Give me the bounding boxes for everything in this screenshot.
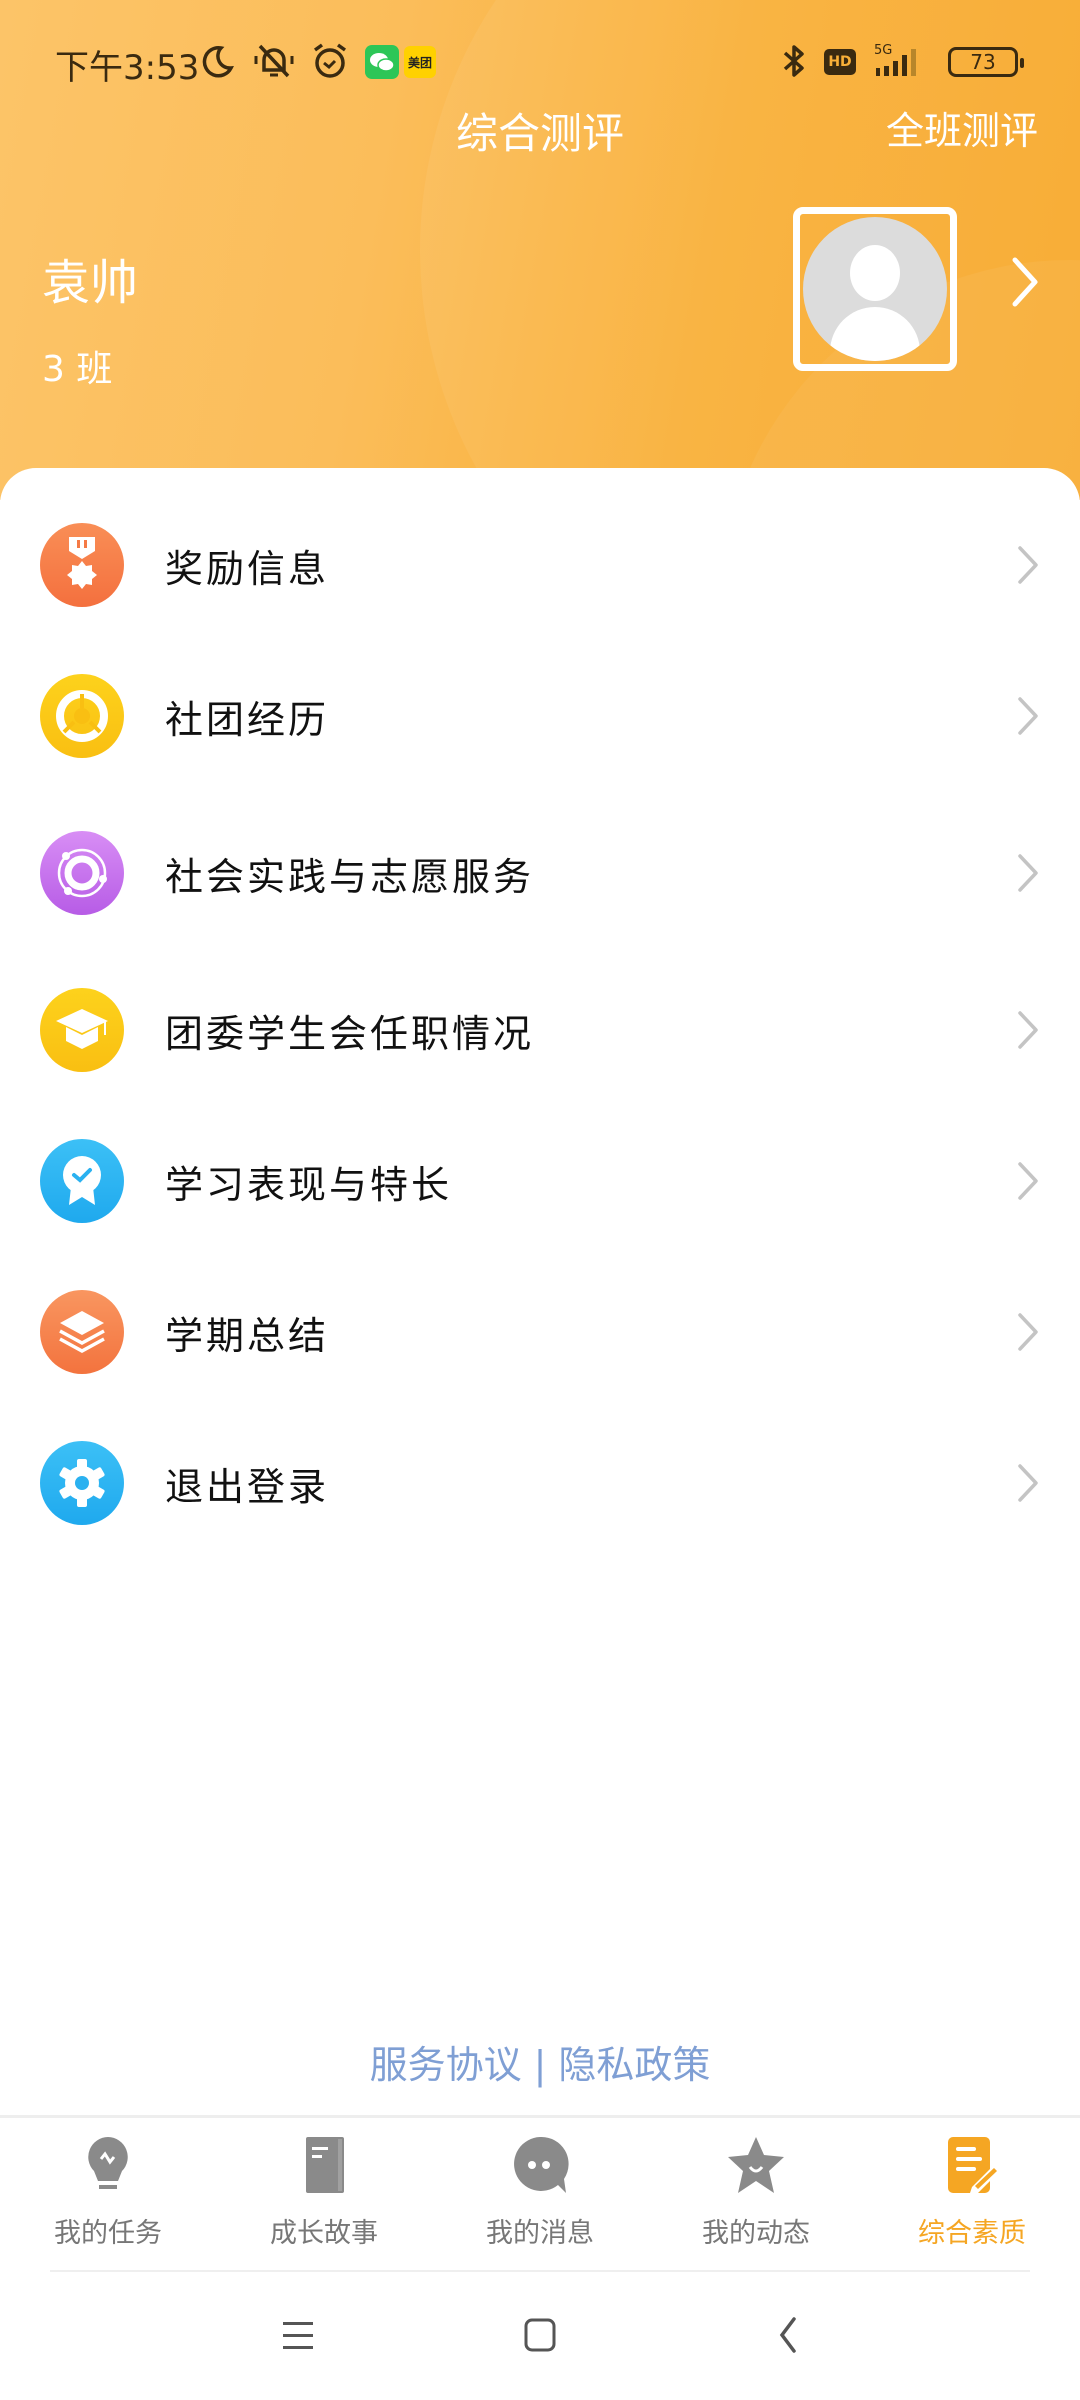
menu-card: 奖励信息 社团经历 社会实践与志愿服务 团委学生会任职情况 学习表现与特长 学期… [0, 468, 1080, 2118]
bell-off-icon [250, 42, 298, 80]
menu-icon [283, 2322, 313, 2349]
menu-item-label: 团委学生会任职情况 [165, 1011, 535, 1056]
lightbulb-icon [88, 2137, 128, 2189]
club-icon [40, 674, 124, 758]
tab-my-messages[interactable]: 我的消息 [432, 2135, 648, 2255]
menu-item-label: 奖励信息 [165, 546, 330, 591]
chevron-right-icon [1018, 697, 1038, 735]
menu-item-label: 社团经历 [165, 697, 330, 742]
tab-label: 我的任务 [54, 2218, 162, 2249]
tab-my-activity[interactable]: 我的动态 [648, 2135, 864, 2255]
class-evaluation-button[interactable]: 全班测评 [886, 100, 1038, 155]
menu-item-label: 学期总结 [165, 1313, 330, 1358]
tab-growth-story[interactable]: 成长故事 [216, 2135, 432, 2255]
menu-item-study-performance[interactable]: 学习表现与特长 [0, 1121, 1080, 1241]
menu-item-semester-summary[interactable]: 学期总结 [0, 1272, 1080, 1392]
menu-item-label: 社会实践与志愿服务 [165, 854, 535, 899]
tab-my-tasks[interactable]: 我的任务 [0, 2135, 216, 2255]
chevron-right-icon [1018, 1162, 1038, 1200]
status-bar: 下午3:53 美团 HD 5G 73 [0, 0, 1080, 110]
header-banner: 下午3:53 美团 HD 5G 73 综合测评 全班测评 袁帅 3 班 [0, 0, 1080, 500]
chevron-right-icon [1018, 546, 1038, 584]
svg-text:5G: 5G [874, 43, 892, 58]
recent-apps-button[interactable] [270, 2310, 326, 2360]
tab-label: 综合素质 [918, 2218, 1026, 2249]
status-time: 下午3:53 [55, 48, 200, 88]
tab-comprehensive-quality[interactable]: 综合素质 [864, 2135, 1080, 2255]
menu-item-club-experience[interactable]: 社团经历 [0, 656, 1080, 776]
privacy-policy-link[interactable]: 隐私政策 [558, 2043, 710, 2087]
star-icon [728, 2137, 784, 2193]
menu-item-student-union-roles[interactable]: 团委学生会任职情况 [0, 970, 1080, 1090]
chat-bubble-icon [514, 2136, 569, 2193]
bluetooth-icon [780, 42, 808, 80]
moon-icon [200, 42, 236, 80]
service-agreement-link[interactable]: 服务协议 [370, 2043, 522, 2087]
menu-item-label: 学习表现与特长 [165, 1162, 453, 1207]
avatar[interactable] [793, 207, 957, 371]
menu-item-social-practice[interactable]: 社会实践与志愿服务 [0, 813, 1080, 933]
badge-check-icon [40, 1139, 124, 1223]
nav-divider [50, 2270, 1030, 2272]
home-icon [524, 2318, 556, 2352]
footer-links: 服务协议 | 隐私政策 [0, 2034, 1080, 2089]
link-separator: | [533, 2043, 547, 2087]
medal-icon [40, 523, 124, 607]
home-button[interactable] [512, 2310, 568, 2360]
back-icon [779, 2317, 796, 2353]
book-icon [306, 2137, 344, 2193]
back-button[interactable] [760, 2310, 816, 2360]
default-avatar-icon [803, 217, 947, 361]
chevron-right-icon[interactable] [1005, 252, 1045, 312]
note-edit-icon [948, 2137, 1000, 2193]
chevron-right-icon [1018, 1313, 1038, 1351]
meituan-icon: 美团 [404, 46, 436, 78]
gear-icon [40, 1441, 124, 1525]
chevron-right-icon [1018, 1011, 1038, 1049]
tabbar-divider [0, 2115, 1080, 2118]
chevron-right-icon [1018, 1464, 1038, 1502]
menu-item-logout[interactable]: 退出登录 [0, 1423, 1080, 1543]
user-name: 袁帅 [42, 255, 139, 311]
menu-item-awards[interactable]: 奖励信息 [0, 505, 1080, 625]
wechat-icon [365, 45, 399, 79]
user-class: 3 班 [42, 349, 113, 390]
chevron-right-icon [1018, 854, 1038, 892]
graduation-cap-icon [40, 988, 124, 1072]
hd-icon: HD [824, 49, 856, 75]
battery-icon: 73 [948, 47, 1024, 77]
menu-item-label: 退出登录 [165, 1464, 330, 1509]
signal-5g-icon: 5G [866, 42, 938, 80]
alarm-icon [310, 42, 350, 80]
orbit-icon [40, 831, 124, 915]
tab-label: 我的动态 [702, 2218, 810, 2249]
tab-label: 我的消息 [486, 2218, 594, 2249]
layers-icon [40, 1290, 124, 1374]
tab-label: 成长故事 [270, 2218, 378, 2249]
